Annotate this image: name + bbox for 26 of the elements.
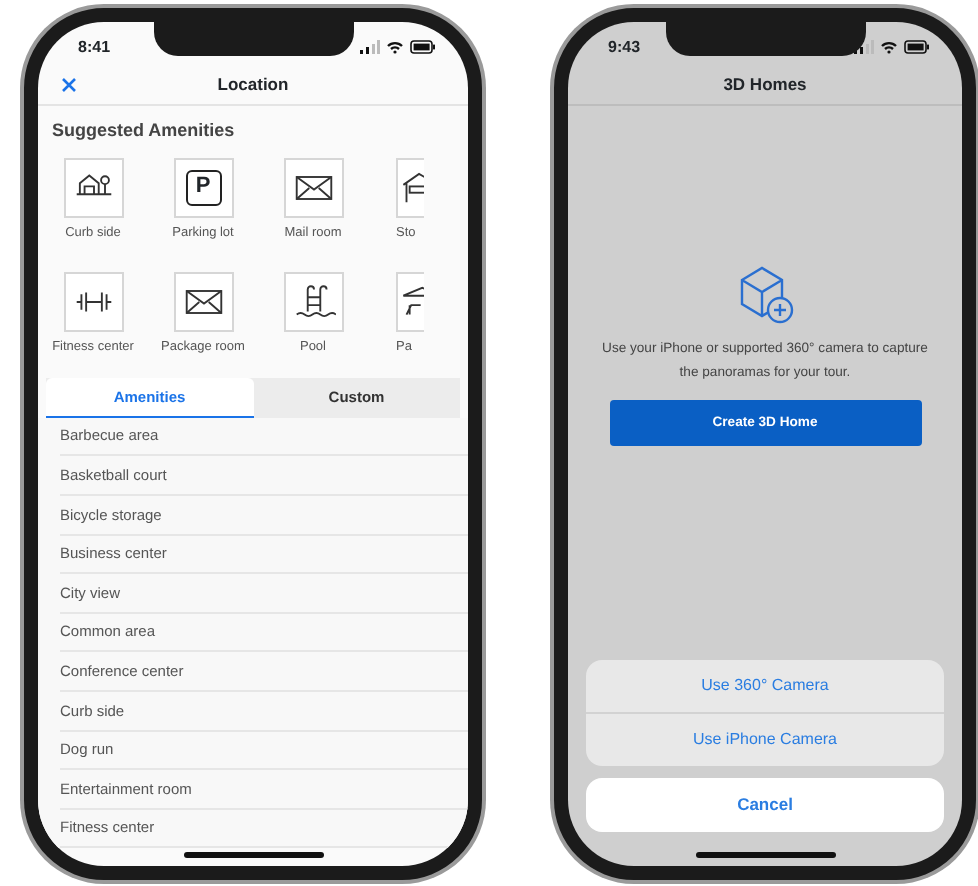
pool-ladder-icon: [291, 279, 335, 323]
signal-icon: [360, 40, 380, 54]
amenity-tile[interactable]: [63, 271, 123, 331]
section-title: Suggested Amenities: [50, 118, 237, 144]
amenity-tile[interactable]: P: [173, 157, 233, 217]
amenity-tile[interactable]: [173, 271, 233, 331]
amenity-tile[interactable]: [283, 157, 343, 217]
screen-title: Location: [217, 72, 289, 98]
status-time: 9:43: [608, 35, 641, 59]
amenity-tile[interactable]: [396, 271, 424, 331]
status-time: 8:41: [78, 35, 111, 59]
wifi-icon: [386, 40, 404, 54]
amenity-tile[interactable]: [283, 271, 343, 331]
battery-icon: [904, 40, 930, 54]
cancel-button[interactable]: Cancel: [586, 778, 944, 832]
signal-icon: [854, 40, 874, 54]
home-indicator: [183, 852, 323, 858]
screen-title: 3D Homes: [723, 72, 807, 98]
battery-icon: [410, 40, 436, 54]
cube-plus-icon: [735, 262, 795, 326]
wifi-icon: [880, 40, 898, 54]
amenity-tile[interactable]: [63, 157, 123, 217]
parking-sign: P: [185, 169, 221, 205]
amenity-tile[interactable]: [396, 157, 424, 217]
close-icon[interactable]: [62, 78, 76, 92]
home-indicator: [695, 852, 835, 858]
